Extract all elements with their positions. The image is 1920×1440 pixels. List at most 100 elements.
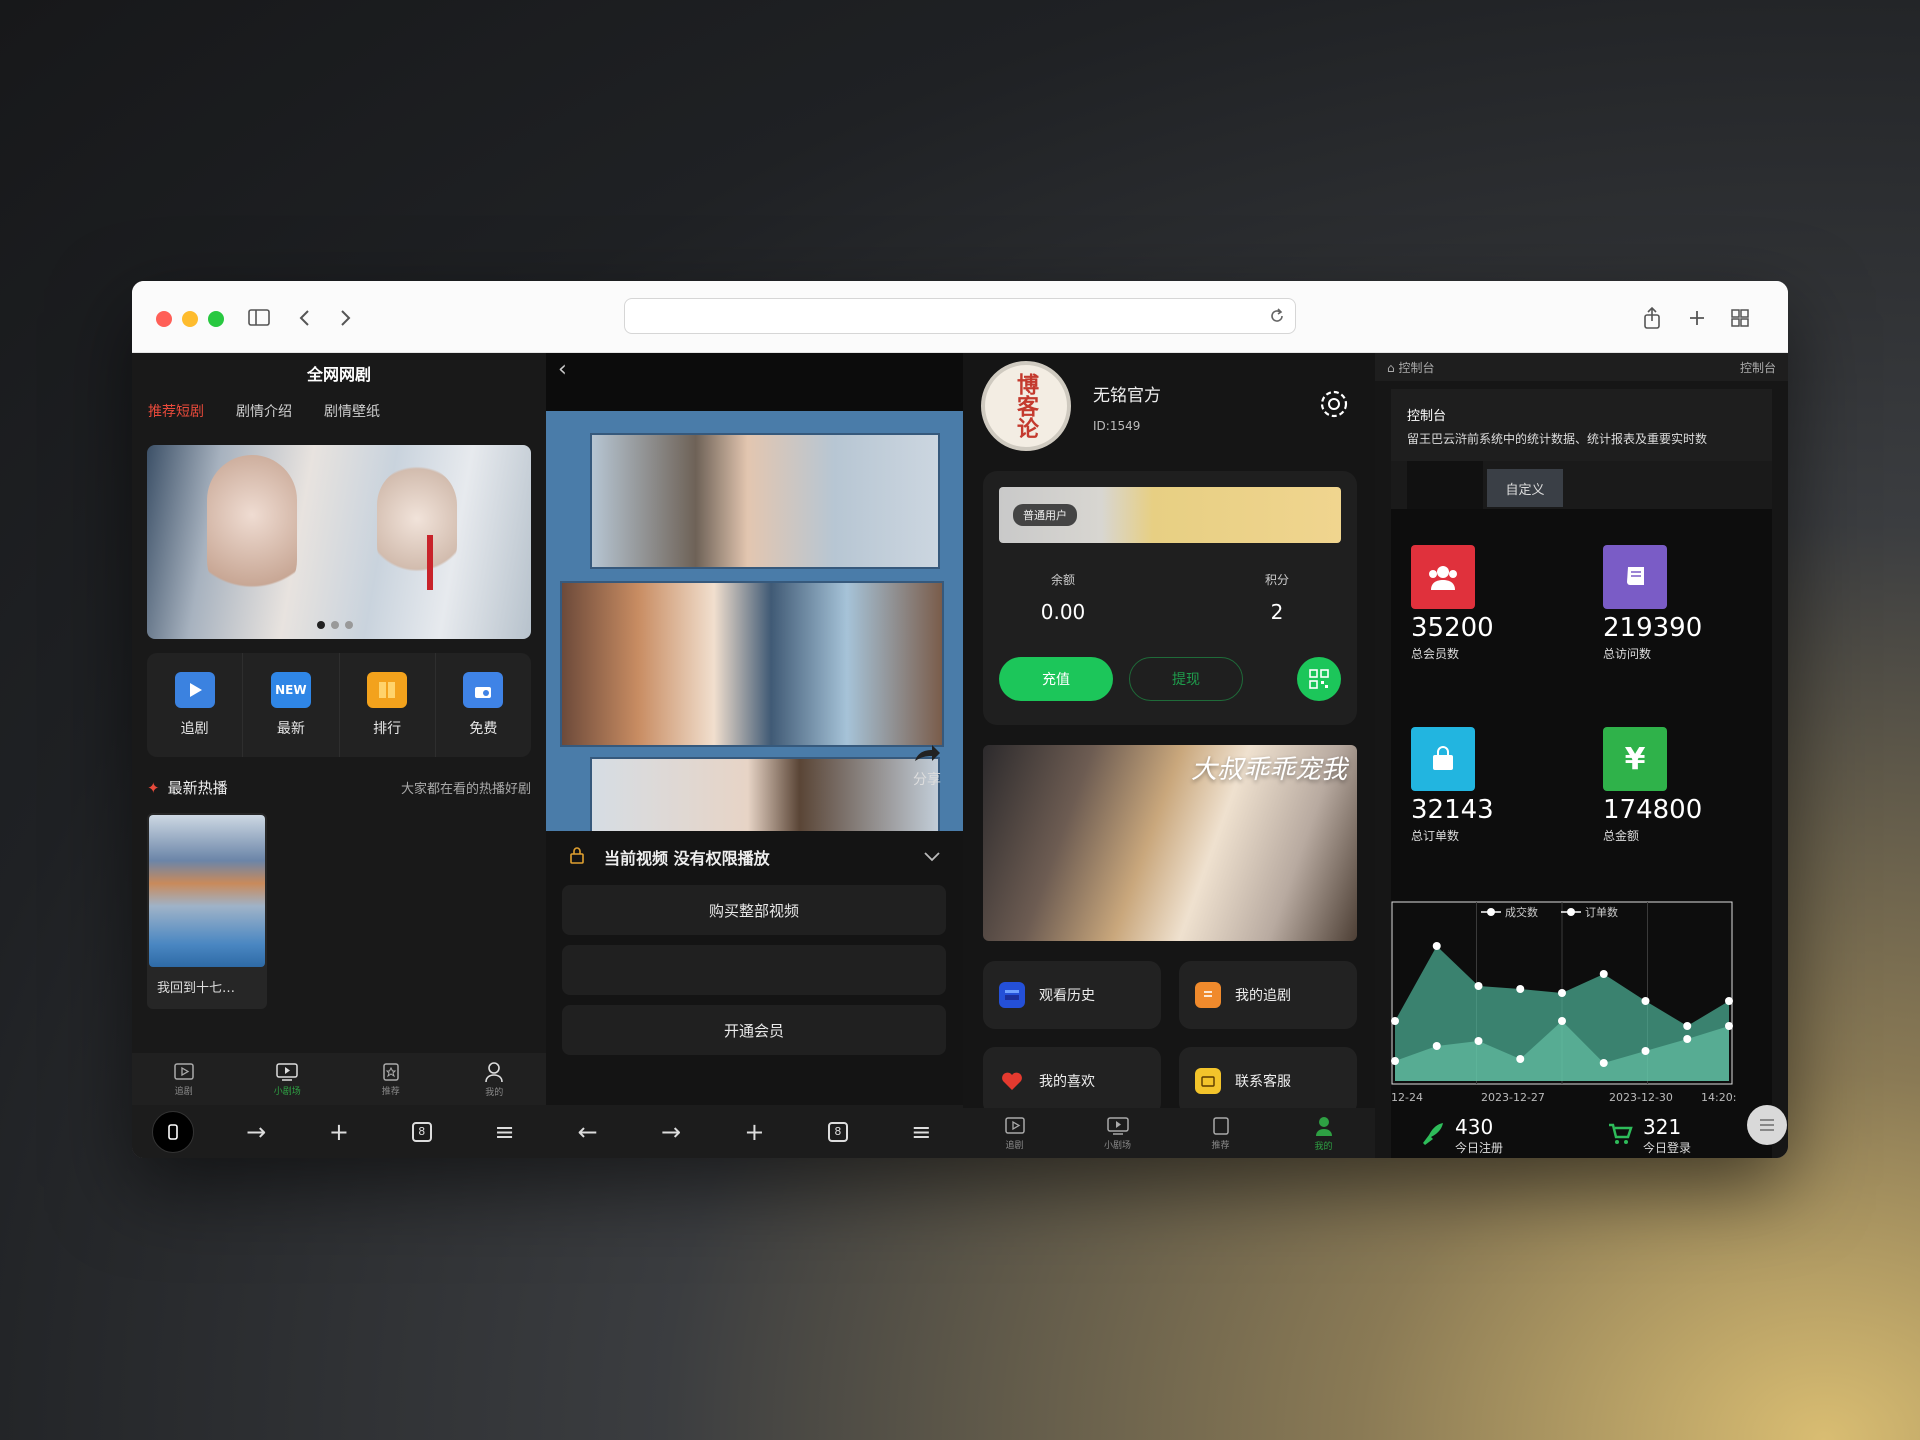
nav-follow[interactable]: 追剧 xyxy=(963,1108,1066,1158)
list-icon xyxy=(1195,982,1221,1008)
data-point[interactable] xyxy=(1516,985,1525,993)
tv-icon xyxy=(1106,1116,1129,1135)
legend-label: 成交数 xyxy=(1505,905,1538,919)
data-point[interactable] xyxy=(1683,1022,1692,1030)
carousel-dots[interactable] xyxy=(317,621,353,629)
drama-card[interactable]: 我回到十七… xyxy=(147,813,267,1009)
qrcode-icon[interactable] xyxy=(1297,657,1341,701)
kpi-visits: 219390 总访问数 xyxy=(1603,545,1763,662)
back-icon[interactable] xyxy=(290,303,320,333)
data-point[interactable] xyxy=(1725,1022,1733,1030)
quick-item-follow[interactable]: 追剧 xyxy=(147,653,244,757)
paywall-sheet: 当前视频 没有权限播放 购买整部视频 开通会员 xyxy=(546,831,963,1105)
menu-icon[interactable]: ≡ xyxy=(900,1111,942,1153)
dashboard-breadcrumb[interactable]: ⌂ 控制台 xyxy=(1387,359,1434,376)
tab-recommended[interactable]: 推荐短剧 xyxy=(148,401,204,421)
data-point[interactable] xyxy=(1474,982,1483,990)
data-point[interactable] xyxy=(1725,997,1733,1005)
back-arrow-icon[interactable]: ← xyxy=(567,1111,609,1153)
tabs-count-icon[interactable]: 8 xyxy=(817,1111,859,1153)
play-icon xyxy=(174,672,215,708)
nav-recommend[interactable]: 推荐 xyxy=(1169,1108,1272,1158)
forward-icon[interactable] xyxy=(330,303,360,333)
forward-arrow-icon[interactable]: → xyxy=(650,1111,692,1153)
bookmark-star-icon xyxy=(383,1062,399,1081)
tabs-count-icon[interactable]: 8 xyxy=(401,1111,443,1153)
bottom-nav: 追剧 小剧场 推荐 我的 xyxy=(963,1108,1375,1158)
tab-overview-icon[interactable] xyxy=(1725,303,1755,333)
data-point[interactable] xyxy=(1599,1059,1608,1067)
quick-item-free[interactable]: 免费 xyxy=(436,653,531,757)
banner-figure-right xyxy=(377,465,457,585)
maximize-window-button[interactable] xyxy=(208,311,224,327)
data-point[interactable] xyxy=(1391,1057,1399,1065)
data-point[interactable] xyxy=(1599,970,1608,978)
menu-my-follow[interactable]: 我的追剧 xyxy=(1179,961,1357,1029)
floating-menu-button[interactable] xyxy=(1747,1105,1787,1145)
chevron-down-icon[interactable] xyxy=(923,848,941,867)
data-point[interactable] xyxy=(1516,1055,1525,1063)
data-point[interactable] xyxy=(1558,989,1566,997)
tab-default[interactable] xyxy=(1407,461,1483,509)
share-icon[interactable] xyxy=(1637,303,1667,333)
video-frame[interactable]: 分享 xyxy=(546,411,963,837)
dashboard-tabs: 自定义 xyxy=(1391,461,1772,509)
menu-icon[interactable]: ≡ xyxy=(484,1111,526,1153)
open-vip-button[interactable]: 开通会员 xyxy=(562,1005,946,1055)
gear-icon[interactable] xyxy=(1317,387,1351,425)
address-bar[interactable] xyxy=(624,298,1296,334)
intro-title: 控制台 xyxy=(1407,409,1447,424)
promo-banner[interactable]: 大叔乖乖宠我 xyxy=(983,745,1357,941)
quick-item-ranking[interactable]: 排行 xyxy=(340,653,436,757)
tab-wallpaper[interactable]: 剧情壁纸 xyxy=(324,401,380,421)
users-icon xyxy=(1411,545,1475,609)
kpi-amount: ¥ 174800 总金额 xyxy=(1603,727,1763,844)
data-point[interactable] xyxy=(1474,1037,1483,1045)
minimize-window-button[interactable] xyxy=(182,311,198,327)
nav-mine[interactable]: 我的 xyxy=(443,1053,547,1105)
dashboard-intro: 控制台 留王巴云浒前系统中的统计数据、统计报表及重要实时数 xyxy=(1391,389,1772,461)
reload-icon[interactable] xyxy=(1269,307,1285,329)
data-point[interactable] xyxy=(1558,1017,1566,1025)
quick-item-latest[interactable]: NEW 最新 xyxy=(243,653,340,757)
tab-plot-intro[interactable]: 剧情介绍 xyxy=(236,401,292,421)
menu-watch-history[interactable]: 观看历史 xyxy=(983,961,1161,1029)
today-login-stat: 321 今日登录 xyxy=(1607,1115,1691,1156)
menu-contact-support[interactable]: 联系客服 xyxy=(1179,1047,1357,1115)
new-tab-icon[interactable] xyxy=(1682,303,1712,333)
section-subtitle[interactable]: 大家都在看的热播好剧 xyxy=(401,778,531,797)
category-tabs: 推荐短剧 剧情介绍 剧情壁纸 xyxy=(148,401,380,421)
data-point[interactable] xyxy=(1641,997,1650,1005)
trend-area-chart[interactable]: 成交数 订单数 xyxy=(1391,901,1733,1085)
data-point[interactable] xyxy=(1391,1017,1399,1025)
data-point[interactable] xyxy=(1432,942,1441,950)
withdraw-button[interactable]: 提现 xyxy=(1129,657,1243,701)
plus-icon[interactable]: + xyxy=(733,1111,775,1153)
data-point[interactable] xyxy=(1683,1035,1692,1043)
sidebar-toggle-icon[interactable] xyxy=(244,303,274,333)
buy-full-video-button[interactable]: 购买整部视频 xyxy=(562,885,946,935)
nav-follow[interactable]: 追剧 xyxy=(132,1053,236,1105)
nav-theater[interactable]: 小剧场 xyxy=(1066,1108,1169,1158)
back-icon[interactable]: ‹ xyxy=(558,357,567,382)
menu-my-likes[interactable]: 我的喜欢 xyxy=(983,1047,1161,1115)
share-button[interactable]: 分享 xyxy=(911,741,943,789)
avatar[interactable]: 博客论 xyxy=(981,361,1071,451)
plus-icon[interactable]: + xyxy=(318,1111,360,1153)
book-icon xyxy=(367,672,408,708)
nav-mine[interactable]: 我的 xyxy=(1272,1108,1375,1158)
recharge-button[interactable]: 充值 xyxy=(999,657,1113,701)
phone-rotate-icon[interactable] xyxy=(152,1110,195,1153)
cart-icon xyxy=(1607,1121,1633,1151)
nav-recommend[interactable]: 推荐 xyxy=(339,1053,443,1105)
membership-banner[interactable]: 普通用户 xyxy=(999,487,1341,543)
hero-banner[interactable] xyxy=(147,445,531,639)
data-point[interactable] xyxy=(1641,1047,1650,1055)
dashboard-link[interactable]: 控制台 xyxy=(1740,359,1776,376)
close-window-button[interactable] xyxy=(156,311,172,327)
nav-theater[interactable]: 小剧场 xyxy=(236,1053,340,1105)
empty-option-button[interactable] xyxy=(562,945,946,995)
forward-arrow-icon[interactable]: → xyxy=(235,1111,277,1153)
tab-custom[interactable]: 自定义 xyxy=(1487,469,1563,507)
data-point[interactable] xyxy=(1432,1042,1441,1050)
